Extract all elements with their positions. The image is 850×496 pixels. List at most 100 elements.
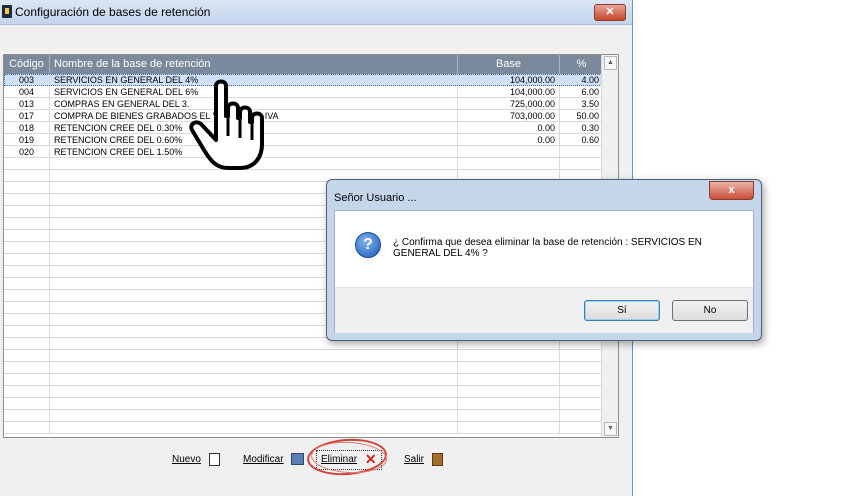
cell-code (4, 302, 50, 313)
cell-code (4, 218, 50, 229)
cell-base: 104,000.00 (458, 74, 560, 85)
cell-percent (560, 374, 604, 385)
cell-code (4, 230, 50, 241)
cell-code (4, 314, 50, 325)
empty-table-row[interactable] (4, 410, 604, 422)
cell-code: 020 (4, 146, 50, 157)
confirm-dialog: Señor Usuario ... x ? ¿ Confirma que des… (326, 179, 762, 341)
empty-table-row[interactable] (4, 362, 604, 374)
column-header-percent[interactable]: % (560, 55, 604, 74)
table-row[interactable]: 013 COMPRAS EN GENERAL DEL 3. 725,000.00 3.… (4, 98, 604, 110)
cell-percent (560, 158, 604, 169)
salir-label: Salir (404, 454, 425, 465)
dialog-content: ? ¿ Confirma que desea eliminar la base … (334, 210, 754, 333)
cell-code (4, 410, 50, 421)
cell-percent: 50.00 (560, 110, 604, 121)
cell-name (50, 350, 458, 361)
table-row[interactable]: 003 SERVICIOS EN GENERAL DEL 4% 104,000.00… (4, 74, 604, 86)
cell-name (50, 386, 458, 397)
table-row[interactable]: 004 SERVICIOS EN GENERAL DEL 6% 104,000.00… (4, 86, 604, 98)
scroll-down-icon[interactable]: ▼ (604, 422, 617, 436)
cell-name (50, 422, 458, 433)
column-header-base[interactable]: Base (458, 55, 560, 74)
dialog-close-button[interactable]: x (709, 181, 754, 200)
table-row[interactable]: 020 RETENCION CREE DEL 1.50% (4, 146, 604, 158)
nuevo-label: Nuevo (172, 454, 201, 465)
cell-base (458, 386, 560, 397)
cell-base: 725,000.00 (458, 98, 560, 109)
cell-base: 0.00 (458, 122, 560, 133)
cell-base (458, 362, 560, 373)
nuevo-button[interactable]: Nuevo (172, 452, 220, 468)
cell-code: 004 (4, 86, 50, 97)
cell-code (4, 182, 50, 193)
empty-table-row[interactable] (4, 374, 604, 386)
cell-percent (560, 146, 604, 157)
cell-code (4, 242, 50, 253)
cell-code: 017 (4, 110, 50, 121)
edit-icon (291, 453, 305, 466)
cell-percent (560, 422, 604, 433)
cell-base: 0.00 (458, 134, 560, 145)
cell-code: 003 (4, 74, 50, 85)
empty-table-row[interactable] (4, 386, 604, 398)
cell-code (4, 170, 50, 181)
cell-name (50, 374, 458, 385)
modificar-label: Modificar (243, 454, 284, 465)
table-row[interactable]: 018 RETENCION CREE DEL 0.30% 0.00 0.30 (4, 122, 604, 134)
cell-percent: 0.60 (560, 134, 604, 145)
question-icon: ? (355, 232, 381, 258)
table-row[interactable]: 017 COMPRA DE BIENES GRABADOS EL VALOR DE… (4, 110, 604, 122)
column-header-code[interactable]: Código (4, 55, 50, 74)
cell-percent: 3.50 (560, 98, 604, 109)
cell-base: 104,000.00 (458, 86, 560, 97)
cell-name (50, 362, 458, 373)
empty-table-row[interactable] (4, 350, 604, 362)
cell-code (4, 254, 50, 265)
dialog-footer: Sí No (335, 287, 753, 333)
dialog-title: Señor Usuario ... (334, 192, 417, 204)
cell-base: 703,000.00 (458, 110, 560, 121)
cell-percent (560, 386, 604, 397)
cell-code (4, 326, 50, 337)
window-title: Configuración de bases de retención (15, 5, 211, 19)
hand-pointer-icon (189, 79, 264, 170)
cell-code: 019 (4, 134, 50, 145)
table-row[interactable]: 019 RETENCION CREE DEL 0.60% 0.00 0.60 (4, 134, 604, 146)
cell-percent (560, 362, 604, 373)
cell-code (4, 338, 50, 349)
cell-code (4, 386, 50, 397)
cell-percent: 0.30 (560, 122, 604, 133)
grid-header: Código Nombre de la base de retención Ba… (4, 55, 604, 74)
empty-table-row[interactable] (4, 158, 604, 170)
cell-code: 013 (4, 98, 50, 109)
cell-code: 018 (4, 122, 50, 133)
empty-table-row[interactable] (4, 422, 604, 434)
modificar-button[interactable]: Modificar (243, 452, 305, 468)
scroll-up-icon[interactable]: ▲ (604, 56, 617, 70)
cell-base (458, 422, 560, 433)
close-button[interactable]: ✕ (594, 4, 626, 21)
title-bar: Configuración de bases de retención ✕ (0, 0, 632, 25)
cell-code (4, 194, 50, 205)
cell-percent: 6.00 (560, 86, 604, 97)
exit-door-icon (431, 452, 443, 466)
cell-base (458, 410, 560, 421)
cell-base (458, 398, 560, 409)
yes-button[interactable]: Sí (584, 300, 660, 321)
cell-percent (560, 410, 604, 421)
cell-code (4, 422, 50, 433)
cell-base (458, 158, 560, 169)
cell-code (4, 290, 50, 301)
new-document-icon (208, 452, 220, 466)
cell-code (4, 398, 50, 409)
empty-table-row[interactable] (4, 398, 604, 410)
column-header-name[interactable]: Nombre de la base de retención (50, 55, 458, 74)
dialog-message: ¿ Confirma que desea eliminar la base de… (393, 237, 702, 259)
cell-code (4, 278, 50, 289)
no-button[interactable]: No (672, 300, 748, 321)
cell-name (50, 398, 458, 409)
cell-base (458, 350, 560, 361)
app-icon (2, 5, 12, 18)
salir-button[interactable]: Salir (404, 452, 443, 468)
